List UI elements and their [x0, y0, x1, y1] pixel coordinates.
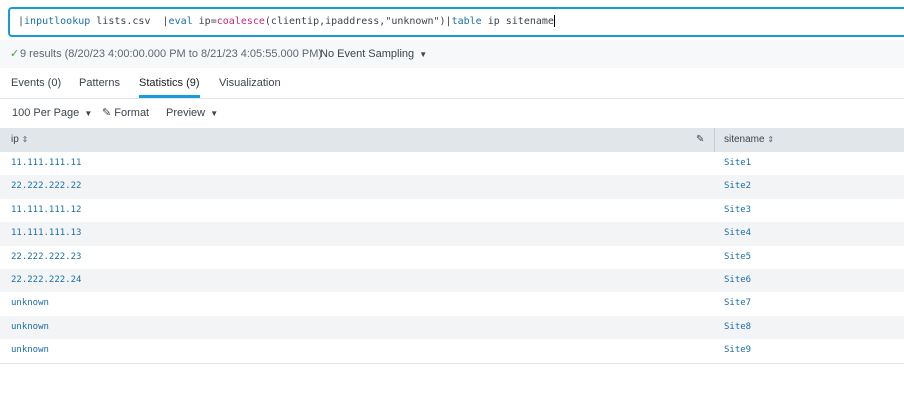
cell-ip[interactable]: unknown	[11, 339, 49, 362]
cell-sitename[interactable]: Site2	[724, 175, 751, 198]
column-header-ip[interactable]: ip ⇕	[11, 128, 28, 152]
cell-sitename[interactable]: Site9	[724, 339, 751, 362]
table-body: 11.111.111.11 Site1 22.222.222.22 Site2 11…	[0, 152, 904, 364]
cell-sitename[interactable]: Site6	[724, 269, 751, 292]
column-divider	[714, 128, 715, 152]
search-query-input[interactable]: |inputlookup lists.csv |eval ip=coalesce…	[8, 7, 904, 37]
query-command-eval: eval	[168, 16, 193, 27]
cell-sitename[interactable]: Site7	[724, 292, 751, 315]
table-row: unknown Site9	[0, 339, 904, 362]
cell-ip[interactable]: 22.222.222.22	[11, 175, 81, 198]
results-summary: 9 results (8/20/23 4:00:00.000 PM to 8/2…	[20, 48, 323, 60]
cell-ip[interactable]: 11.111.111.12	[11, 199, 81, 222]
event-sampling-label: No Event Sampling	[320, 48, 415, 60]
preview-label: Preview	[166, 107, 206, 119]
query-command-inputlookup: inputlookup	[24, 16, 91, 27]
event-sampling-dropdown[interactable]: No Event Sampling ▼	[320, 40, 427, 69]
table-row: 11.111.111.11 Site1	[0, 152, 904, 175]
query-argument: ip sitename	[481, 16, 554, 27]
cell-sitename[interactable]: Site8	[724, 316, 751, 339]
tab-patterns[interactable]: Patterns	[79, 70, 120, 98]
results-tabs: Events (0) Patterns Statistics (9) Visua…	[0, 70, 904, 99]
column-header-sitename[interactable]: sitename ⇕	[724, 128, 774, 152]
table-row: unknown Site7	[0, 292, 904, 315]
cell-ip[interactable]: unknown	[11, 316, 49, 339]
statistics-table: ip ⇕ ✎ sitename ⇕ 11.111.111.11 Site1 22.…	[0, 128, 904, 364]
cell-ip[interactable]: 22.222.222.23	[11, 246, 81, 269]
pencil-icon: ✎	[102, 107, 112, 119]
pencil-icon[interactable]: ✎	[696, 128, 704, 152]
table-row: 11.111.111.12 Site3	[0, 199, 904, 222]
chevron-down-icon: ▼	[210, 109, 219, 118]
tab-statistics[interactable]: Statistics (9)	[139, 70, 200, 98]
query-argument: ip=	[192, 16, 217, 27]
table-row: 22.222.222.24 Site6	[0, 268, 904, 293]
cell-ip[interactable]: 11.111.111.13	[11, 222, 81, 245]
format-button[interactable]: ✎ Format	[102, 100, 149, 126]
text-cursor	[553, 15, 555, 27]
sort-icon: ⇕	[21, 135, 29, 144]
per-page-dropdown[interactable]: 100 Per Page ▼	[12, 100, 92, 127]
query-function-coalesce: coalesce	[216, 16, 265, 27]
cell-ip[interactable]: unknown	[11, 292, 49, 315]
chevron-down-icon: ▼	[84, 109, 93, 118]
per-page-label: 100 Per Page	[12, 107, 80, 119]
cell-sitename[interactable]: Site4	[724, 222, 751, 245]
cell-sitename[interactable]: Site5	[724, 246, 751, 269]
table-row: 22.222.222.23 Site5	[0, 246, 904, 269]
cell-sitename[interactable]: Site3	[724, 199, 751, 222]
tab-events[interactable]: Events (0)	[11, 70, 61, 98]
results-toolbar: 100 Per Page ▼ ✎ Format Preview ▼	[0, 100, 904, 126]
sort-icon: ⇕	[767, 135, 775, 144]
job-status-bar: ✓ 9 results (8/20/23 4:00:00.000 PM to 8…	[0, 40, 904, 68]
check-icon: ✓	[10, 48, 20, 60]
query-command-table: table	[451, 16, 482, 27]
preview-dropdown[interactable]: Preview ▼	[166, 100, 218, 127]
format-label: Format	[114, 107, 150, 119]
cell-ip[interactable]: 22.222.222.24	[11, 269, 81, 292]
table-row: unknown Site8	[0, 315, 904, 340]
query-argument: (clientip,ipaddress,"unknown")	[264, 16, 446, 27]
query-argument: lists.csv	[90, 16, 163, 27]
cell-sitename[interactable]: Site1	[724, 152, 751, 175]
tab-visualization[interactable]: Visualization	[219, 70, 281, 98]
cell-ip[interactable]: 11.111.111.11	[11, 152, 81, 175]
table-row: 11.111.111.13 Site4	[0, 222, 904, 246]
chevron-down-icon: ▼	[419, 50, 428, 59]
table-row: 22.222.222.22 Site2	[0, 175, 904, 199]
table-header: ip ⇕ ✎ sitename ⇕	[0, 128, 904, 152]
